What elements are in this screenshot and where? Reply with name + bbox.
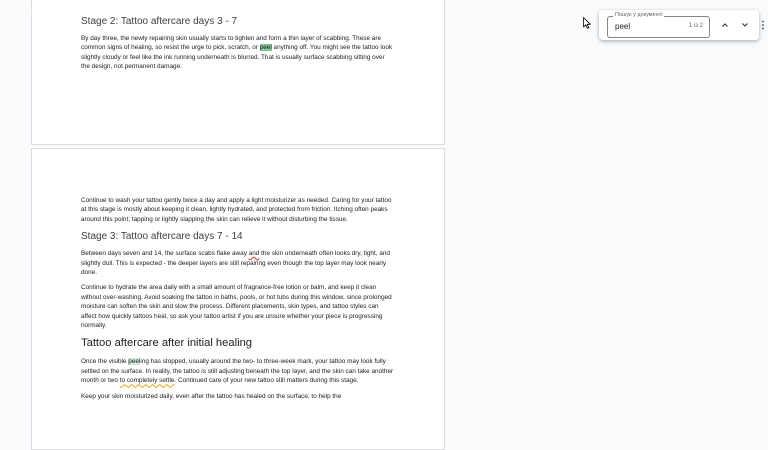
text-run: Between days seven and 14, the surface s…	[81, 250, 249, 258]
text-run: Once the visible	[81, 358, 129, 366]
page-content: Continue to wash your tattoo gently twic…	[81, 196, 394, 407]
text-run: ing	[140, 358, 149, 366]
search-match: peel	[128, 358, 141, 366]
more-vert-icon	[762, 20, 764, 30]
stage-2-heading: Stage 2: Tattoo aftercare days 3 - 7	[81, 16, 238, 27]
current-search-match: peel	[259, 44, 272, 52]
find-in-document-panel: Пошук у документі 1 із 2	[599, 10, 759, 40]
paragraph: Between days seven and 14, the surface s…	[81, 249, 394, 277]
previous-match-button[interactable]	[717, 17, 733, 33]
paragraph: By day three, the newly repairing skin u…	[81, 34, 394, 72]
section-heading: Tattoo aftercare after initial healing	[81, 337, 253, 350]
grammar-flag[interactable]: to completely settle	[120, 377, 175, 384]
chevron-up-icon	[722, 23, 728, 27]
more-options-button[interactable]	[758, 17, 768, 33]
find-input[interactable]	[615, 22, 675, 31]
next-match-button[interactable]	[737, 17, 753, 33]
mouse-pointer-icon	[583, 17, 591, 29]
text-run: . Continued care of your new tattoo stil…	[174, 377, 359, 385]
spelling-flag[interactable]: and	[249, 250, 260, 257]
document-page[interactable]: Stage 2: Tattoo aftercare days 3 - 7 By …	[31, 0, 445, 145]
stage-3-heading: Stage 3: Tattoo aftercare days 7 - 14	[81, 231, 243, 243]
chevron-down-icon	[742, 23, 748, 27]
paragraph: Keep your skin moisturized daily, even a…	[81, 392, 342, 400]
page-content: Stage 2: Tattoo aftercare days 3 - 7 By …	[81, 15, 394, 78]
find-field[interactable]: Пошук у документі 1 із 2	[607, 12, 710, 38]
paragraph: Continue to wash your tattoo gently twic…	[81, 197, 392, 223]
document-page[interactable]: Continue to wash your tattoo gently twic…	[31, 148, 445, 450]
match-count: 1 із 2	[688, 23, 703, 29]
find-field-label: Пошук у документі	[613, 12, 665, 19]
paragraph: Continue to hydrate the area daily with …	[81, 284, 392, 330]
paragraph: Once the visible peeling has stopped, us…	[81, 357, 394, 385]
